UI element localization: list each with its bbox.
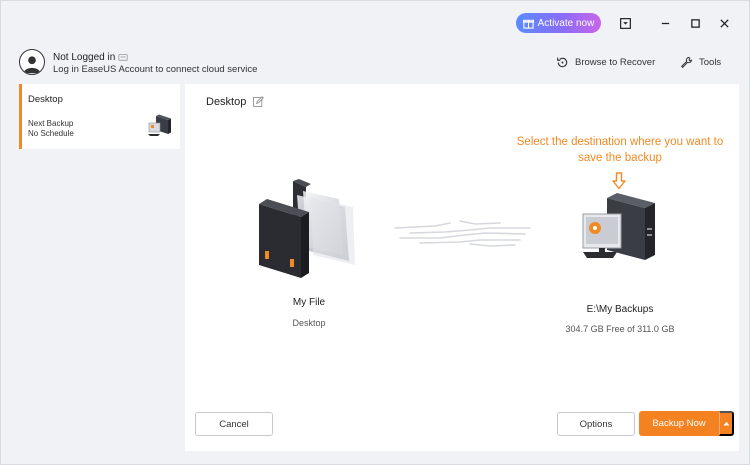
task-next-backup: Next Backup [28,119,74,128]
activate-now-button[interactable]: Activate now [516,13,601,33]
wrench-icon [681,56,693,68]
browse-to-recover-button[interactable]: Browse to Recover [556,56,655,69]
arrow-down-icon [612,172,626,190]
tools-label: Tools [699,57,722,68]
destination-name: E:\My Backups [586,304,654,315]
file-folder-icon[interactable] [253,179,373,279]
task-thumbnail-icon [148,114,171,136]
tools-button[interactable]: Tools [680,56,721,69]
options-button[interactable]: Options [557,412,635,436]
account-subtitle[interactable]: Log in EaseUS Account to connect cloud s… [53,64,257,75]
restore-icon [557,57,568,68]
close-button[interactable] [716,15,732,31]
close-icon [719,18,729,28]
destination-hint: Select the destination where you want to… [516,136,724,164]
task-schedule: No Schedule [28,129,74,138]
minimize-icon [661,22,669,24]
account-name[interactable]: Not Logged in [53,52,115,63]
main-panel: Desktop My File Desktop Select the desti… [185,84,739,451]
page-title: Desktop [206,96,247,108]
app-window: Activate now Not Logged in Log in EaseUS… [0,0,750,465]
maximize-icon [690,18,700,28]
source-name: My File [292,297,326,308]
transfer-lines-decoration [394,220,531,247]
menu-dropdown-button[interactable] [617,15,633,31]
computer-disk-icon[interactable] [577,192,663,274]
minimize-button[interactable] [657,15,673,31]
menu-dropdown-icon [619,17,631,29]
activate-now-label: Activate now [537,17,595,29]
maximize-button[interactable] [687,15,703,31]
user-avatar-icon[interactable] [19,49,45,75]
cancel-button[interactable]: Cancel [195,412,273,436]
task-title: Desktop [28,94,63,105]
caret-up-icon [723,421,729,426]
backup-now-button[interactable]: Backup Now [639,411,719,436]
gift-icon [522,19,534,29]
backup-task-card[interactable]: Desktop Next Backup No Schedule [19,84,180,149]
backup-options-dropdown[interactable] [719,411,734,436]
browse-to-recover-label: Browse to Recover [575,57,656,68]
edit-icon[interactable] [253,96,264,107]
cloud-icon [118,54,128,61]
destination-space: 304.7 GB Free of 311.0 GB [565,324,675,334]
source-subtitle: Desktop [292,318,326,328]
